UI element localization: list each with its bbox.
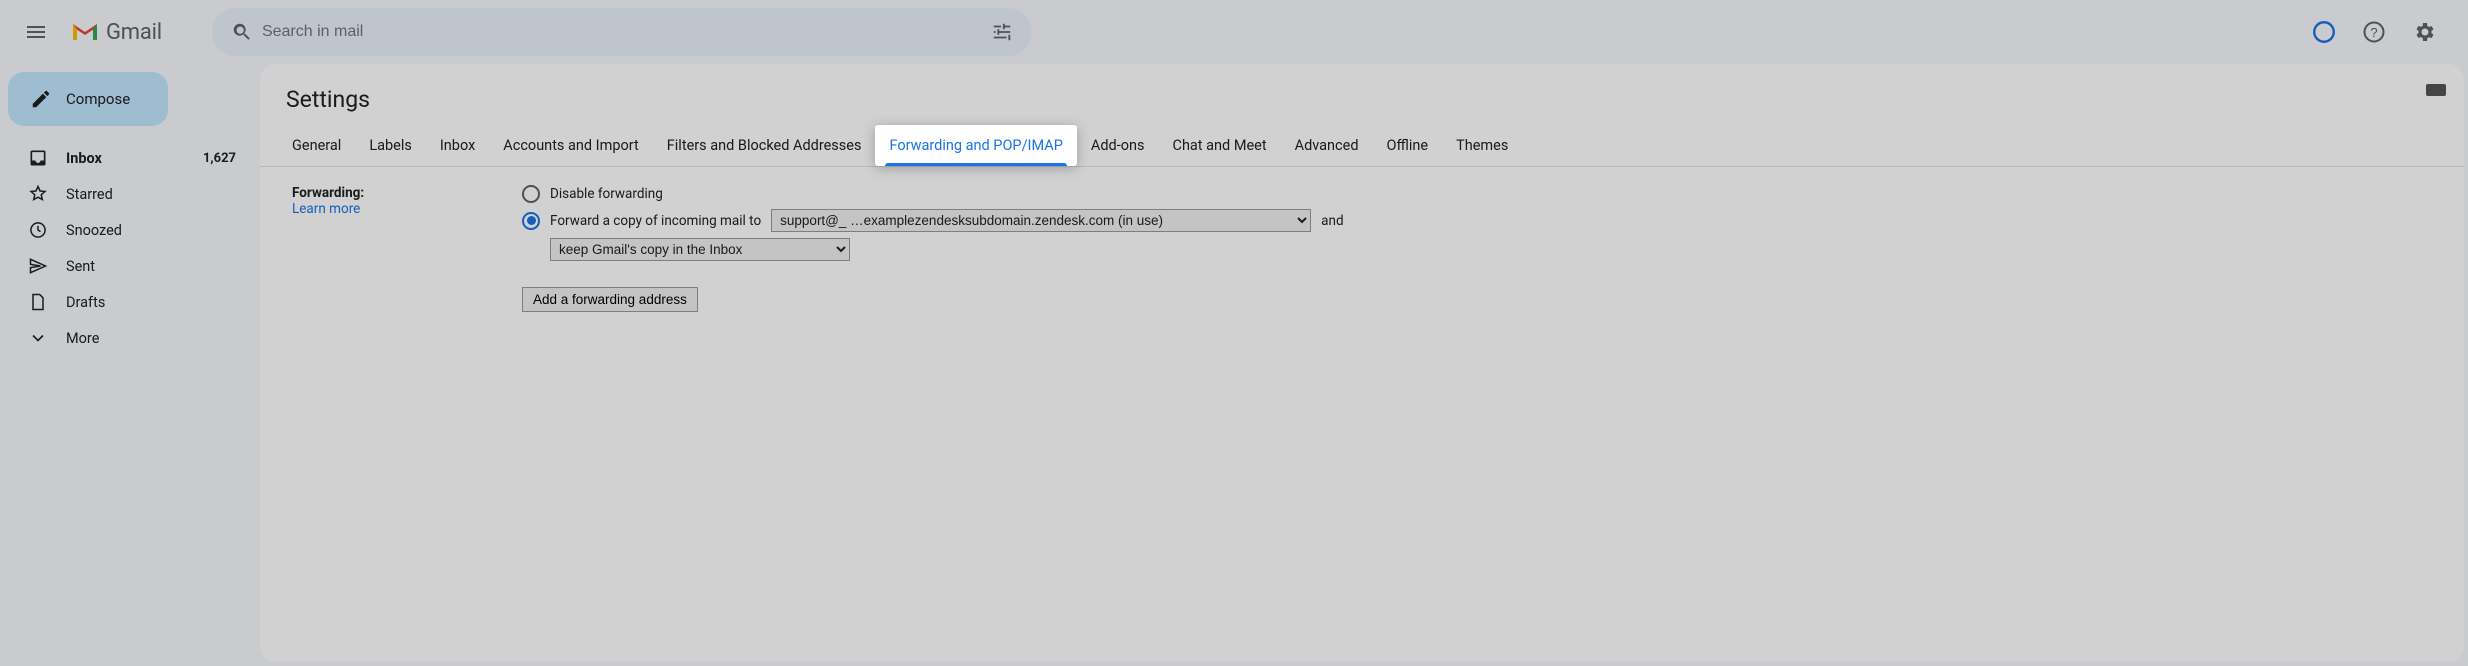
sidebar-item-label: More: [66, 330, 260, 347]
file-icon: [28, 292, 48, 312]
sidebar-item-snoozed[interactable]: Snoozed: [0, 212, 260, 248]
search-input[interactable]: [262, 23, 982, 41]
tab-addons[interactable]: Add-ons: [1077, 125, 1159, 166]
sidebar: Compose Inbox 1,627 Starred Snoozed Sent: [0, 64, 260, 666]
forwarding-section: Forwarding: Learn more Disable forwardin…: [260, 167, 2464, 312]
compose-button[interactable]: Compose: [8, 72, 168, 126]
gmail-icon: [70, 20, 100, 44]
circle-progress-icon: [2311, 19, 2337, 45]
menu-button[interactable]: [12, 8, 60, 56]
sidebar-item-label: Starred: [66, 186, 260, 203]
page-title: Settings: [260, 82, 2464, 125]
tab-filters-blocked[interactable]: Filters and Blocked Addresses: [653, 125, 876, 166]
disable-forwarding-label: Disable forwarding: [550, 186, 663, 202]
sidebar-item-label: Sent: [66, 258, 260, 275]
learn-more-link[interactable]: Learn more: [292, 201, 360, 217]
keep-copy-select[interactable]: keep Gmail's copy in the Inbox: [550, 238, 850, 261]
settings-button[interactable]: [2402, 10, 2446, 54]
search-icon[interactable]: [222, 21, 262, 43]
tab-chat-meet[interactable]: Chat and Meet: [1159, 125, 1281, 166]
top-bar: Gmail ?: [0, 0, 2468, 64]
tab-general[interactable]: General: [278, 125, 355, 166]
tab-forwarding-pop-imap[interactable]: Forwarding and POP/IMAP: [875, 125, 1076, 166]
status-indicator[interactable]: [2302, 10, 2346, 54]
help-button[interactable]: ?: [2352, 10, 2396, 54]
clock-icon: [28, 220, 48, 240]
settings-tabs: General Labels Inbox Accounts and Import…: [260, 125, 2464, 167]
product-name: Gmail: [106, 20, 162, 45]
pencil-icon: [30, 88, 52, 110]
sidebar-item-label: Drafts: [66, 294, 260, 311]
chevron-down-icon: [28, 328, 48, 348]
sidebar-item-count: 1,627: [203, 151, 236, 166]
sidebar-item-drafts[interactable]: Drafts: [0, 284, 260, 320]
logo[interactable]: Gmail: [70, 20, 162, 45]
inbox-icon: [28, 148, 48, 168]
radio-disable-forwarding[interactable]: [522, 185, 540, 203]
forwarding-heading: Forwarding:: [292, 185, 522, 201]
sidebar-item-inbox[interactable]: Inbox 1,627: [0, 140, 260, 176]
forward-copy-label: Forward a copy of incoming mail to: [550, 213, 761, 229]
tune-icon[interactable]: [982, 21, 1022, 43]
radio-forward-copy[interactable]: [522, 212, 540, 230]
compose-label: Compose: [66, 90, 130, 108]
send-icon: [28, 256, 48, 276]
settings-panel: Settings General Labels Inbox Accounts a…: [260, 64, 2464, 662]
add-forwarding-address-button[interactable]: Add a forwarding address: [522, 287, 698, 312]
and-label: and: [1321, 213, 1343, 229]
tab-labels[interactable]: Labels: [355, 125, 426, 166]
sidebar-item-label: Snoozed: [66, 222, 260, 239]
sidebar-item-label: Inbox: [66, 150, 185, 167]
tab-offline[interactable]: Offline: [1373, 125, 1443, 166]
tab-accounts-import[interactable]: Accounts and Import: [489, 125, 652, 166]
tab-advanced[interactable]: Advanced: [1281, 125, 1373, 166]
tab-inbox[interactable]: Inbox: [426, 125, 489, 166]
sidebar-item-more[interactable]: More: [0, 320, 260, 356]
header-right: ?: [2302, 10, 2456, 54]
sidebar-item-starred[interactable]: Starred: [0, 176, 260, 212]
star-icon: [28, 184, 48, 204]
svg-text:?: ?: [2370, 25, 2377, 40]
gear-icon: [2412, 20, 2436, 44]
forward-address-select[interactable]: support@_ …examplezendesksubdomain.zende…: [771, 209, 1311, 232]
sidebar-item-sent[interactable]: Sent: [0, 248, 260, 284]
search-bar[interactable]: [212, 8, 1032, 56]
keyboard-icon[interactable]: [2426, 84, 2446, 96]
tab-themes[interactable]: Themes: [1442, 125, 1522, 166]
help-icon: ?: [2362, 20, 2386, 44]
hamburger-icon: [24, 20, 48, 44]
